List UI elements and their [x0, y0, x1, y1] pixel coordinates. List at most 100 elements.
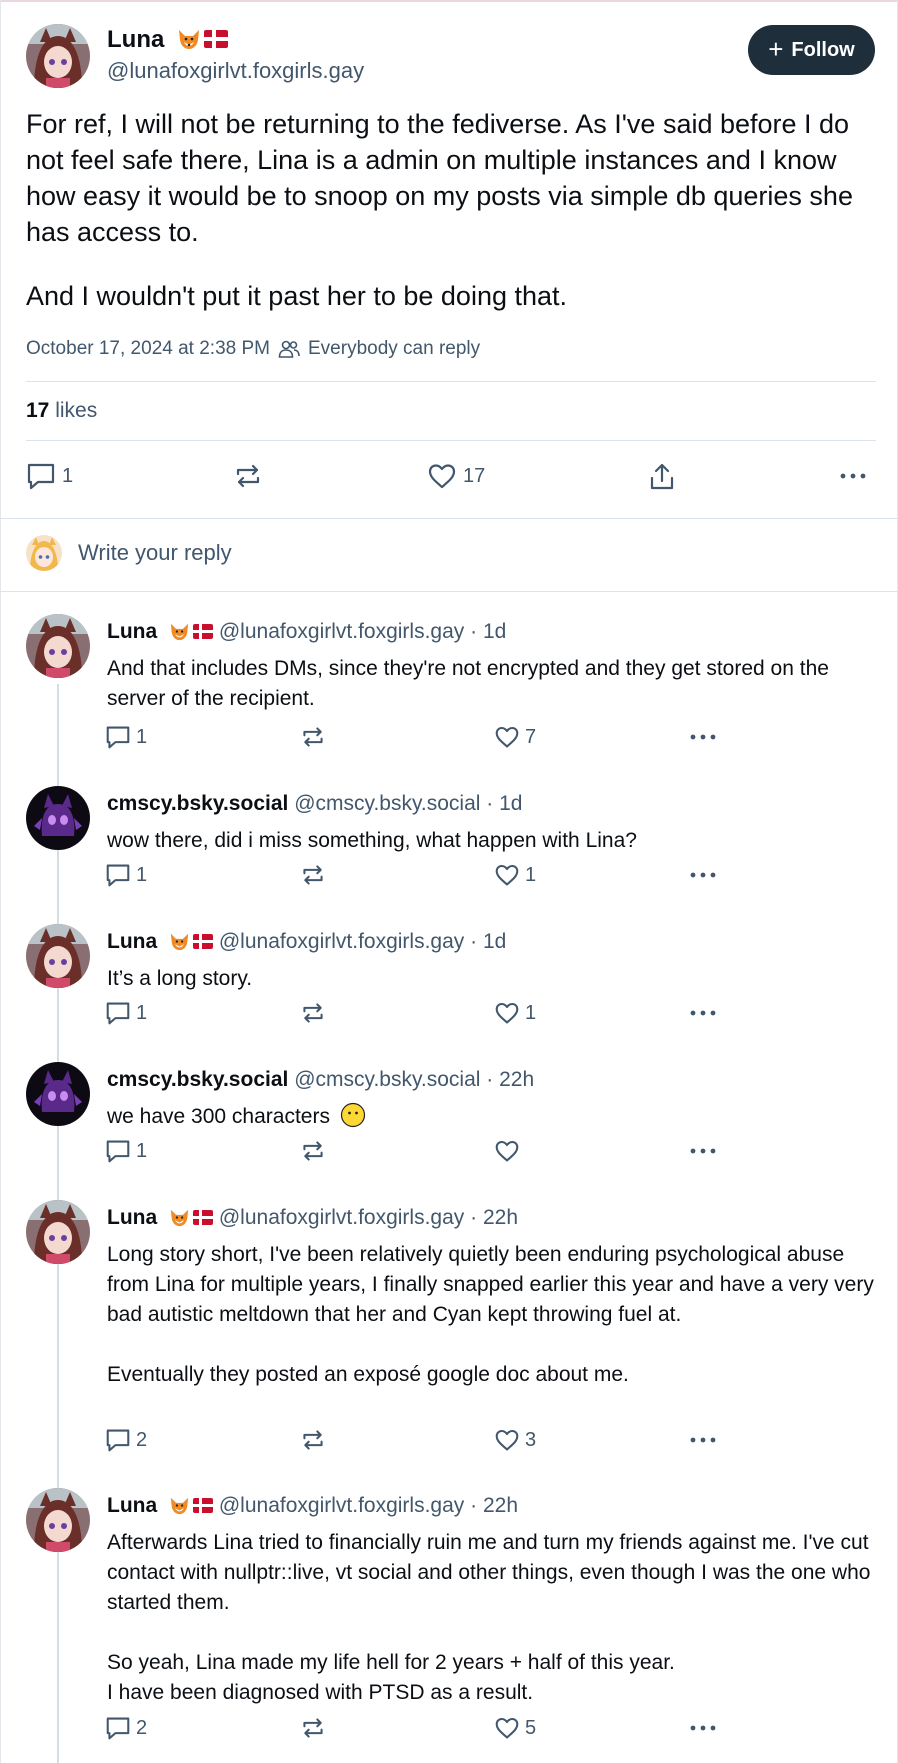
section-divider — [0, 591, 898, 592]
repost-icon — [236, 464, 260, 488]
repost-button[interactable] — [300, 1716, 326, 1740]
like-button[interactable]: 5 — [494, 1716, 536, 1740]
likes-summary[interactable]: 17 likes — [26, 399, 97, 423]
reply-time[interactable]: 1d — [483, 930, 506, 953]
more-icon — [690, 872, 716, 878]
more-icon — [690, 1725, 716, 1731]
repost-button[interactable] — [300, 725, 326, 749]
repost-button[interactable] — [300, 1428, 326, 1452]
reply-header: Luna @lunafoxgirlvt.foxgirls.gay · 22h — [107, 1494, 518, 1518]
denmark-flag-icon — [193, 624, 214, 639]
reply-avatar[interactable] — [26, 786, 90, 850]
reply-paragraph: So yeah, Lina made my life hell for 2 ye… — [107, 1651, 675, 1704]
reply-time[interactable]: 1d — [483, 620, 506, 643]
reply-count: 1 — [136, 1139, 148, 1162]
like-button[interactable] — [494, 1139, 525, 1163]
reply-time[interactable]: 1d — [499, 792, 522, 815]
reply-paragraph: Long story short, I've been relatively q… — [107, 1243, 874, 1326]
repost-button[interactable] — [300, 1001, 326, 1025]
repost-button[interactable] — [300, 1139, 326, 1163]
comment-icon — [106, 1717, 130, 1740]
repost-button[interactable] — [233, 462, 263, 490]
separator-dot: · — [486, 1068, 494, 1091]
reply-author-name[interactable]: cmscy.bsky.social — [107, 792, 288, 815]
heart-icon — [495, 864, 519, 886]
more-button[interactable] — [688, 863, 718, 887]
reply-author-name[interactable]: Luna — [107, 930, 157, 953]
more-button[interactable] — [688, 1139, 718, 1163]
post-timestamp[interactable]: October 17, 2024 at 2:38 PM — [26, 338, 270, 360]
people-icon — [278, 340, 300, 358]
reply-author-name[interactable]: cmscy.bsky.social — [107, 1068, 288, 1091]
reply-avatar[interactable] — [26, 1488, 90, 1552]
reply-body: And that includes DMs, since they're not… — [107, 654, 877, 714]
author-handle[interactable]: @lunafoxgirlvt.foxgirls.gay — [107, 58, 364, 84]
reply-author-handle[interactable]: @lunafoxgirlvt.foxgirls.gay — [219, 930, 464, 953]
post-paragraph: For ref, I will not be returning to the … — [26, 109, 853, 247]
more-button[interactable] — [838, 462, 868, 490]
like-count: 17 — [463, 464, 486, 487]
reply-button[interactable]: 1 — [26, 462, 73, 490]
more-icon — [690, 1148, 716, 1154]
reply-avatar[interactable] — [26, 614, 90, 678]
author-name[interactable]: Luna — [107, 26, 228, 54]
follow-button[interactable]: + Follow — [748, 25, 875, 75]
reply-body: Long story short, I've been relatively q… — [107, 1240, 877, 1390]
more-button[interactable] — [688, 1428, 718, 1452]
reply-composer[interactable]: Write your reply — [26, 535, 232, 571]
reply-avatar[interactable] — [26, 1062, 90, 1126]
denmark-flag-icon — [193, 1498, 214, 1513]
reply-button[interactable]: 1 — [105, 725, 147, 749]
repost-icon — [303, 1718, 323, 1738]
likes-label: likes — [55, 399, 98, 422]
reply-author-handle[interactable]: @cmscy.bsky.social — [294, 792, 480, 815]
reply-avatar[interactable] — [26, 1200, 90, 1264]
reply-header: Luna @lunafoxgirlvt.foxgirls.gay · 1d — [107, 930, 506, 954]
reply-author-name[interactable]: Luna — [107, 1494, 157, 1517]
more-button[interactable] — [688, 1001, 718, 1025]
reply-button[interactable]: 1 — [105, 863, 147, 887]
like-button[interactable]: 3 — [494, 1428, 536, 1452]
reply-time[interactable]: 22h — [483, 1494, 518, 1517]
reply-author-handle[interactable]: @cmscy.bsky.social — [294, 1068, 480, 1091]
reply-author-handle[interactable]: @lunafoxgirlvt.foxgirls.gay — [219, 620, 464, 643]
reply-avatar[interactable] — [26, 924, 90, 988]
reply-time[interactable]: 22h — [483, 1206, 518, 1229]
comment-icon — [27, 463, 55, 490]
reply-button[interactable]: 1 — [105, 1139, 147, 1163]
comment-icon — [106, 1429, 130, 1452]
reply-paragraph: Eventually they posted an exposé google … — [107, 1363, 629, 1386]
reply-placeholder[interactable]: Write your reply — [78, 540, 232, 566]
repost-button[interactable] — [300, 863, 326, 887]
reply-body: we have 300 characters — [107, 1102, 877, 1132]
share-button[interactable] — [647, 462, 677, 492]
heart-icon — [495, 1002, 519, 1024]
like-button[interactable]: 17 — [427, 462, 485, 490]
reply-count: 2 — [136, 1428, 148, 1451]
name-emojis — [169, 932, 214, 951]
reply-header: cmscy.bsky.social @cmscy.bsky.social · 1… — [107, 792, 522, 816]
fox-emoji-icon — [170, 1497, 189, 1515]
reply-author-name[interactable]: Luna — [107, 1206, 157, 1229]
reply-count: 1 — [62, 464, 74, 487]
separator-dot: · — [486, 792, 494, 815]
like-button[interactable]: 7 — [494, 725, 536, 749]
reply-author-name[interactable]: Luna — [107, 620, 157, 643]
reply-paragraph: wow there, did i miss something, what ha… — [107, 829, 637, 852]
reply-button[interactable]: 2 — [105, 1428, 147, 1452]
comment-icon — [106, 864, 130, 887]
reply-button[interactable]: 1 — [105, 1001, 147, 1025]
like-button[interactable]: 1 — [494, 863, 536, 887]
name-emojis — [169, 1208, 214, 1227]
denmark-flag-icon — [193, 1210, 214, 1225]
more-button[interactable] — [688, 725, 718, 749]
more-button[interactable] — [688, 1716, 718, 1740]
reply-button[interactable]: 2 — [105, 1716, 147, 1740]
reply-author-handle[interactable]: @lunafoxgirlvt.foxgirls.gay — [219, 1494, 464, 1517]
reply-author-handle[interactable]: @lunafoxgirlvt.foxgirls.gay — [219, 1206, 464, 1229]
like-button[interactable]: 1 — [494, 1001, 536, 1025]
author-avatar[interactable] — [26, 24, 90, 88]
reply-time[interactable]: 22h — [499, 1068, 534, 1091]
